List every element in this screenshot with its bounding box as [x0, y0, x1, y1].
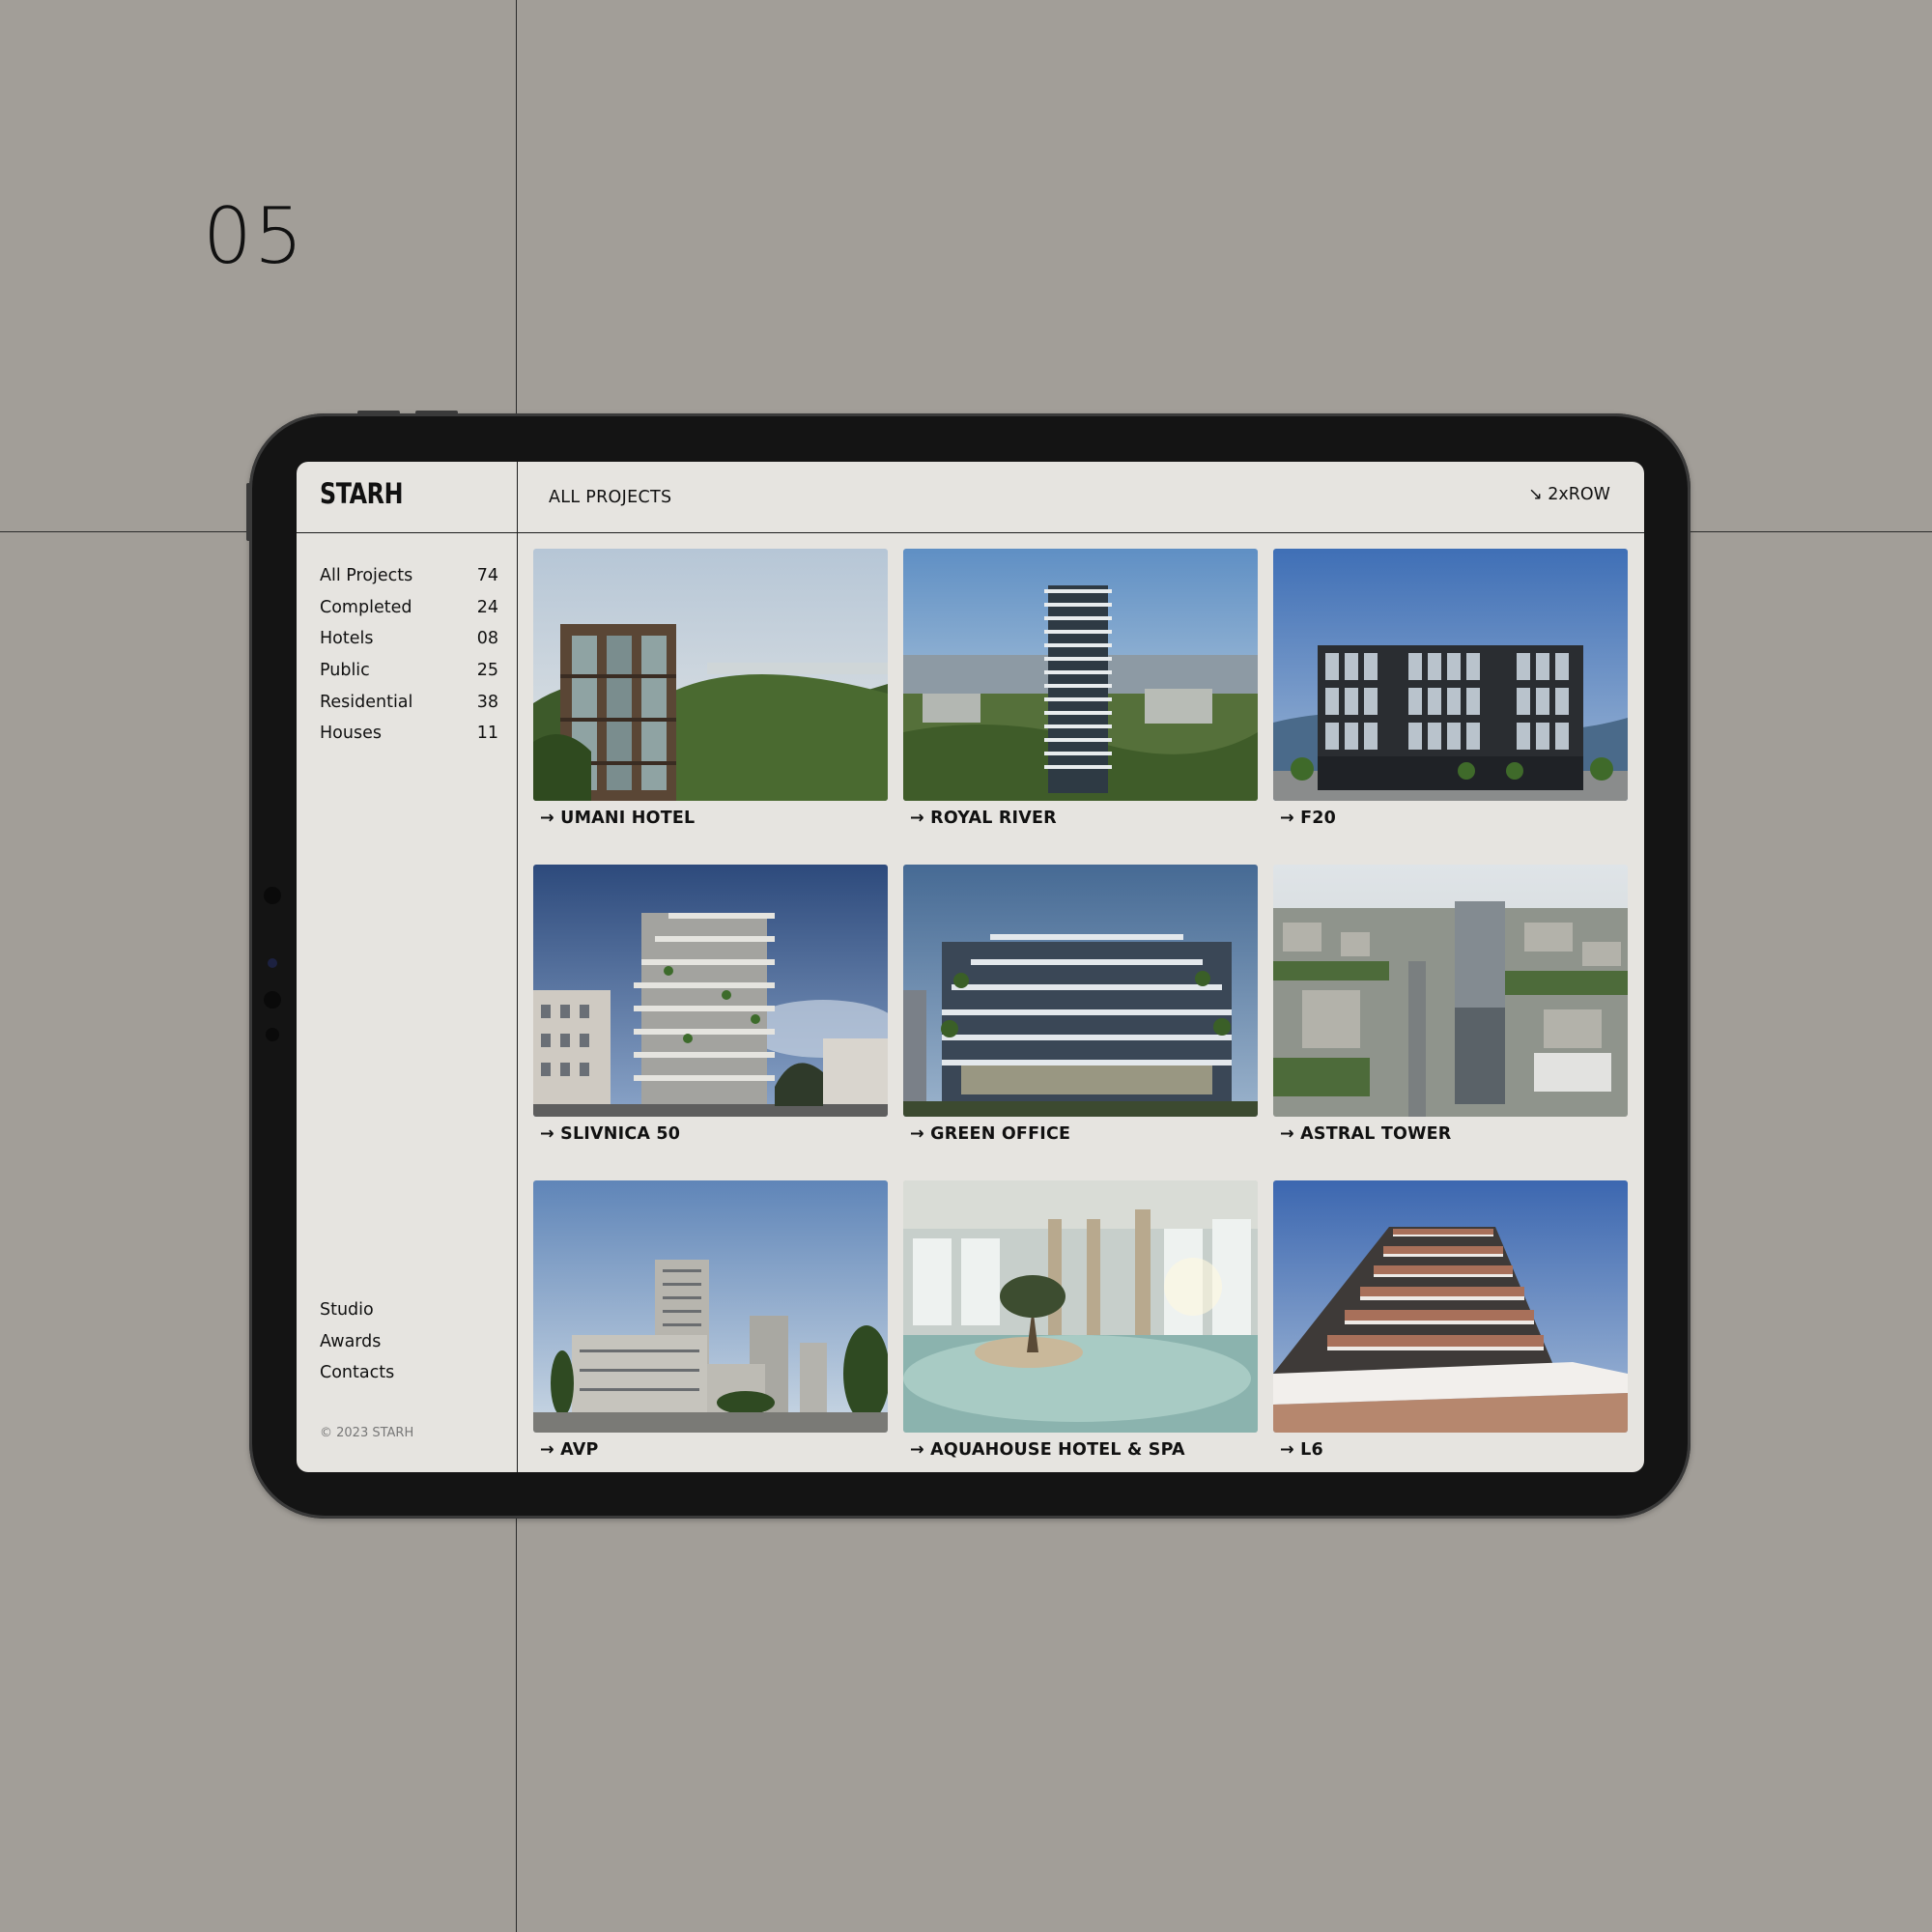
category-item-hotels[interactable]: Hotels 08 [320, 623, 498, 655]
tablet-top-button [357, 411, 400, 414]
category-label: All Projects [320, 566, 413, 586]
camera-dot [264, 887, 281, 904]
category-count: 08 [476, 629, 498, 649]
tablet-top-button [415, 411, 458, 414]
project-image [1273, 1180, 1628, 1433]
slide-number: 05 [203, 191, 305, 281]
sidebar: STARH All Projects 74 Completed 24 Hotel… [297, 462, 518, 1472]
category-count: 25 [476, 661, 498, 681]
project-image [1273, 549, 1628, 801]
category-label: Public [320, 661, 370, 681]
category-count: 38 [476, 692, 498, 712]
category-list: All Projects 74 Completed 24 Hotels 08 P… [320, 560, 498, 750]
category-label: Residential [320, 692, 413, 712]
page-title: ALL PROJECTS [549, 488, 672, 507]
project-image [533, 549, 888, 801]
project-image [903, 865, 1258, 1117]
copyright: © 2023 STARH [320, 1426, 414, 1440]
camera-dot [266, 1028, 279, 1041]
layout-toggle-button[interactable]: ↘ 2xROW [1528, 485, 1610, 504]
project-image [533, 1180, 888, 1433]
category-item-completed[interactable]: Completed 24 [320, 592, 498, 624]
category-item-houses[interactable]: Houses 11 [320, 718, 498, 750]
project-title: → AQUAHOUSE HOTEL & SPA [910, 1440, 1185, 1460]
project-title: → AVP [540, 1440, 599, 1460]
camera-lens [268, 958, 277, 968]
project-title: → GREEN OFFICE [910, 1124, 1071, 1144]
category-count: 74 [476, 566, 498, 586]
category-item-residential[interactable]: Residential 38 [320, 686, 498, 718]
project-title: → L6 [1280, 1440, 1323, 1460]
project-title: → UMANI HOTEL [540, 809, 696, 828]
project-image [1273, 865, 1628, 1117]
project-image [903, 549, 1258, 801]
category-label: Hotels [320, 629, 374, 649]
project-title: → F20 [1280, 809, 1337, 828]
footer-nav: Studio Awards Contacts [320, 1300, 394, 1395]
top-bar: ALL PROJECTS ↘ 2xROW [517, 462, 1644, 533]
logo[interactable]: STARH [320, 477, 403, 510]
project-title: → ROYAL RIVER [910, 809, 1057, 828]
category-count: 11 [476, 724, 498, 744]
project-image [903, 1180, 1258, 1433]
category-item-all-projects[interactable]: All Projects 74 [320, 560, 498, 592]
category-item-public[interactable]: Public 25 [320, 655, 498, 687]
logo-cell: STARH [297, 462, 517, 533]
nav-link-studio[interactable]: Studio [320, 1300, 394, 1332]
nav-link-contacts[interactable]: Contacts [320, 1363, 394, 1395]
tablet-side-button [246, 483, 250, 541]
camera-dot [264, 991, 281, 1009]
project-title: → ASTRAL TOWER [1280, 1124, 1452, 1144]
project-image [533, 865, 888, 1117]
category-label: Completed [320, 597, 412, 617]
category-count: 24 [476, 597, 498, 617]
nav-link-awards[interactable]: Awards [320, 1332, 394, 1364]
app-screen: STARH All Projects 74 Completed 24 Hotel… [297, 462, 1644, 1472]
project-title: → SLIVNICA 50 [540, 1124, 681, 1144]
category-label: Houses [320, 724, 382, 744]
